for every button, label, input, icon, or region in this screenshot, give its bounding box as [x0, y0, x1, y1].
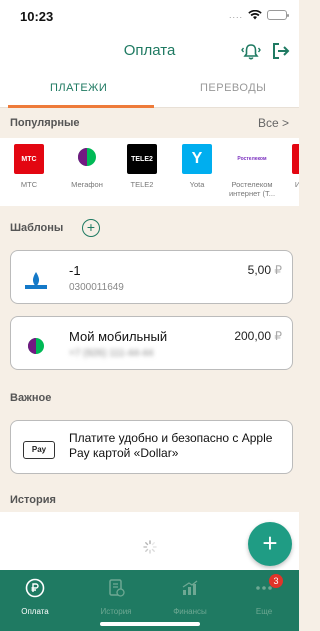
apple-pay-icon: Pay [23, 441, 55, 459]
provider-name: МТС [20, 180, 38, 189]
provider-name: Инт «Д [294, 180, 299, 189]
status-icons: .... [228, 10, 289, 20]
history-doc-icon [109, 579, 125, 597]
nav-payment[interactable]: Оплата [5, 578, 65, 616]
ruble-circle-icon [25, 578, 45, 598]
popular-header: Популярные Все > [0, 109, 299, 137]
mts-logo: МТС [14, 144, 44, 174]
apple-pay-text: Платите удобно и безопасно с Apple Pay к… [69, 431, 273, 460]
status-bar: 10:23 .... [0, 0, 299, 32]
tab-transfers[interactable]: ПЕРЕВОДЫ [200, 82, 266, 94]
provider-dom[interactable]: Д Инт «Д [280, 144, 299, 189]
header: Оплата [0, 32, 299, 72]
provider-name: Ростелеком интернет (Т... [228, 180, 276, 198]
important-header: Важное [0, 384, 299, 412]
exit-icon[interactable] [272, 42, 290, 60]
apple-pay-banner[interactable]: Pay Платите удобно и безопасно с Apple P… [10, 420, 293, 474]
rostelecom-logo: Ростелеком [232, 144, 272, 174]
tele2-logo: TELE2 [127, 144, 157, 174]
finance-chart-icon [182, 580, 198, 595]
battery-icon [267, 10, 289, 20]
bell-icon[interactable] [241, 42, 261, 62]
tab-payments[interactable]: ПЛАТЕЖИ [50, 82, 107, 94]
ruble-icon: ₽ [274, 329, 282, 343]
nav-finance[interactable]: Финансы [160, 578, 220, 616]
history-title: История [10, 494, 56, 506]
apple-pay-logo-text: Pay [31, 445, 47, 454]
template-title: Мой мобильный [69, 329, 168, 344]
all-label: Все [257, 116, 279, 130]
provider-yota[interactable]: Y Yota [170, 144, 224, 189]
megafon-logo-graphic [78, 148, 96, 166]
popular-all-link[interactable]: Все > [258, 116, 289, 130]
loading-spinner-icon [143, 540, 157, 554]
nav-label: Еще [255, 607, 273, 616]
template-card-mobile[interactable]: Мой мобильный +7 (926) 111-44-44 200,00 … [10, 316, 293, 370]
nav-history[interactable]: История [86, 578, 146, 616]
signal-icon: .... [228, 10, 243, 20]
template-title: -1 [69, 263, 81, 278]
provider-megafon[interactable]: Мегафон [60, 144, 114, 189]
provider-mts[interactable]: МТС МТС [2, 144, 56, 189]
chevron-right-icon: > [281, 116, 289, 130]
provider-name: Yota [189, 180, 205, 189]
ruble-icon: ₽ [274, 263, 282, 277]
provider-tele2[interactable]: TELE2 TELE2 [115, 144, 169, 189]
history-header: История [0, 486, 299, 514]
template-subtitle: 0300011649 [69, 282, 124, 293]
templates-title: Шаблоны [10, 222, 64, 234]
template-amount: 200,00 ₽ [234, 329, 282, 343]
templates-header: Шаблоны + [0, 214, 299, 242]
nav-label: Финансы [173, 607, 207, 616]
status-time: 10:23 [20, 9, 54, 24]
add-template-button[interactable]: + [82, 219, 100, 237]
wifi-icon [248, 10, 262, 20]
notification-badge: 3 [269, 574, 283, 588]
providers-list: МТС МТС Мегафон TELE2 TELE2 Y Yota Росте… [0, 138, 299, 206]
template-subtitle: +7 (926) 111-44-44 [69, 348, 154, 359]
megafon-logo [72, 144, 102, 174]
provider-name: TELE2 [130, 180, 154, 189]
add-fab-button[interactable]: + [248, 522, 292, 566]
provider-name: Мегафон [71, 180, 103, 189]
megafon-logo [28, 338, 44, 354]
tab-bar: ПЛАТЕЖИ ПЕРЕВОДЫ [0, 72, 299, 108]
nav-more[interactable]: 3 Еще [234, 574, 294, 616]
home-indicator [100, 622, 200, 626]
template-card-gazprom[interactable]: -1 0300011649 5,00 ₽ [10, 250, 293, 304]
template-amount: 5,00 ₽ [248, 263, 282, 277]
yota-logo: Y [182, 144, 212, 174]
popular-title: Популярные [10, 117, 80, 129]
yota-logo-text: Y [191, 150, 203, 167]
provider-rostelecom[interactable]: Ростелеком Ростелеком интернет (Т... [225, 144, 279, 198]
tele2-logo-text: TELE2 [131, 155, 153, 163]
important-title: Важное [10, 392, 52, 404]
active-tab-indicator [8, 105, 154, 108]
mts-logo-text: МТС [21, 155, 37, 163]
dom-logo: Д [292, 144, 299, 174]
gazprom-logo [25, 272, 47, 289]
template-amount-value: 200,00 [234, 329, 272, 343]
nav-label: Оплата [21, 607, 49, 616]
nav-label: История [100, 607, 132, 616]
rostelecom-logo-text: Ростелеком [237, 156, 267, 162]
template-amount-value: 5,00 [247, 263, 272, 277]
